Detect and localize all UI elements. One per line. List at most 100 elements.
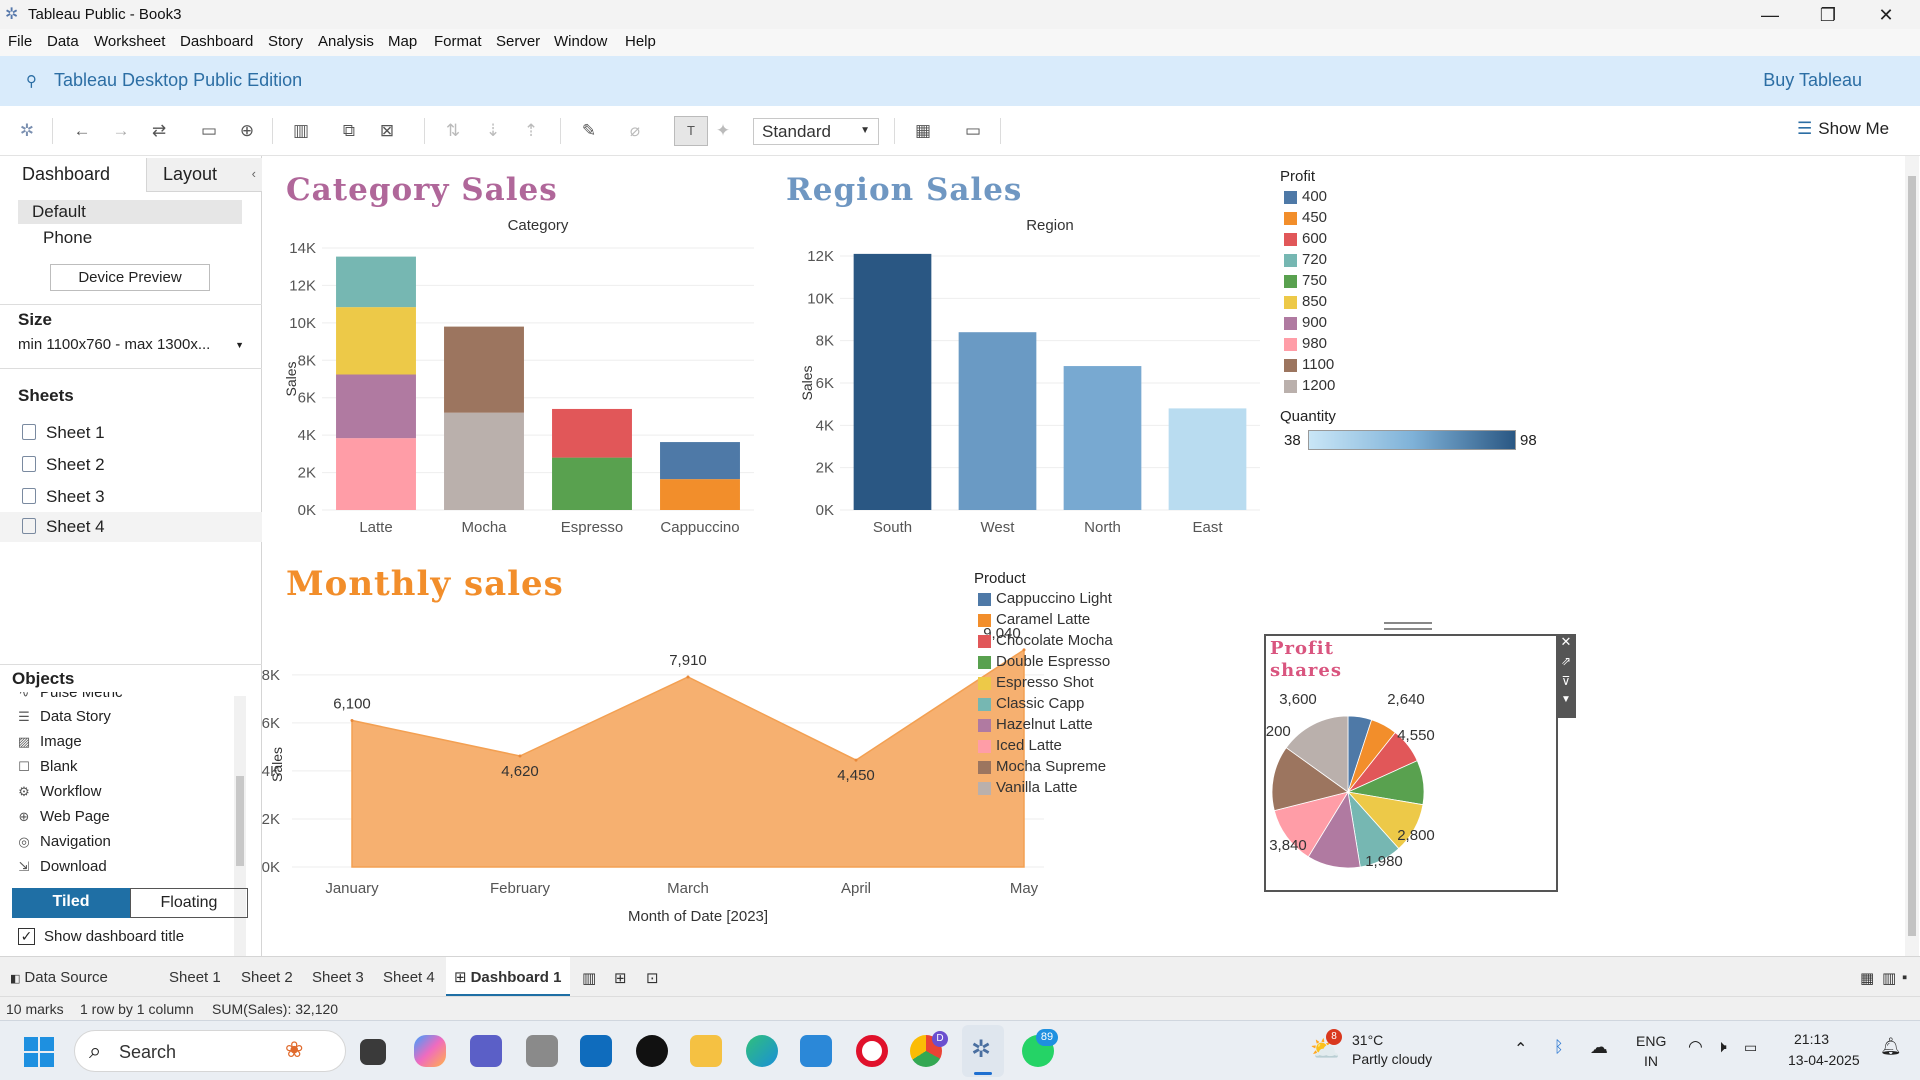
undo-icon[interactable]: ← — [71, 120, 93, 142]
group-icon[interactable]: ⌀ — [624, 120, 646, 142]
profit-legend-item[interactable]: 400 — [1280, 187, 1500, 208]
menu-server[interactable]: Server — [496, 33, 540, 50]
profit-legend-item[interactable]: 720 — [1280, 250, 1500, 271]
swap-icon[interactable]: ⇅ — [442, 120, 464, 142]
sheet-sorter-icon[interactable]: ▦ — [1860, 969, 1874, 987]
onedrive-icon[interactable]: ☁ — [1590, 1037, 1608, 1058]
windows-start-icon[interactable] — [24, 1037, 54, 1067]
menu-window[interactable]: Window — [554, 33, 607, 50]
outlook-icon[interactable] — [580, 1035, 612, 1067]
teams-icon[interactable] — [470, 1035, 502, 1067]
menu-format[interactable]: Format — [434, 33, 482, 50]
show-labels-icon[interactable]: T — [674, 116, 708, 146]
profit-legend-item[interactable]: 1200 — [1280, 376, 1500, 397]
redo-icon[interactable]: → — [110, 120, 132, 142]
device-phone[interactable]: Phone — [43, 228, 92, 248]
size-select[interactable]: min 1100x760 - max 1300x... ▼ — [18, 336, 244, 353]
notification-bell-icon[interactable]: 🔔︎ — [1880, 1037, 1902, 1057]
edge-icon[interactable] — [746, 1035, 778, 1067]
highlight-icon[interactable]: ✎ — [578, 120, 600, 142]
tab-layout[interactable]: Layout ‹ — [146, 158, 262, 192]
new-worksheet-icon[interactable]: ▥ — [290, 120, 312, 142]
region-sales-chart[interactable]: Region 0K 2K 4K 6K 8K 10K 12K Sales South West Nort… — [782, 216, 1312, 556]
profit-legend-item[interactable]: 1100 — [1280, 355, 1500, 376]
language-line-1[interactable]: ENG — [1636, 1033, 1666, 1049]
menu-map[interactable]: Map — [388, 33, 417, 50]
menu-help[interactable]: Help — [625, 33, 656, 50]
store-icon[interactable] — [800, 1035, 832, 1067]
tiled-button[interactable]: Tiled — [12, 888, 130, 918]
replay-icon[interactable]: ⇄ — [148, 120, 170, 142]
cards-icon[interactable]: ▦ — [912, 120, 934, 142]
object-web-page[interactable]: ⊕ Web Page — [16, 808, 110, 825]
language-line-2[interactable]: IN — [1644, 1053, 1658, 1069]
dell-icon[interactable] — [636, 1035, 668, 1067]
tab-sheet-2[interactable]: Sheet 2 — [241, 969, 293, 986]
profit-legend-item[interactable]: 750 — [1280, 271, 1500, 292]
sheet-item-4[interactable]: Sheet 4 — [0, 512, 262, 542]
product-legend-item[interactable]: Caramel Latte — [974, 610, 1154, 631]
profit-legend[interactable]: Profit 400 450 600 720 750 850 900 980 1100 1200 — [1280, 168, 1500, 397]
close-button[interactable]: ✕ — [1858, 2, 1914, 28]
object-download[interactable]: ⇲ Download — [16, 858, 107, 875]
remove-icon[interactable]: ✕ — [1556, 634, 1576, 654]
profit-shares-container[interactable]: Profit shares 2,640 4,550 2,800 1,980 3,840 5… — [1264, 634, 1558, 892]
buy-tableau-link[interactable]: Buy Tableau — [1763, 70, 1862, 91]
show-me-button[interactable]: ☰ Show Me — [1797, 119, 1889, 139]
drag-handle[interactable] — [1384, 622, 1432, 630]
menu-file[interactable]: File — [8, 33, 32, 50]
menu-analysis[interactable]: Analysis — [318, 33, 374, 50]
sheet-item-1[interactable]: Sheet 1 — [18, 418, 260, 448]
object-data-story[interactable]: ☰ Data Story — [16, 708, 111, 725]
object-blank[interactable]: ☐ Blank — [16, 758, 77, 775]
opera-icon[interactable] — [856, 1035, 888, 1067]
category-sales-chart[interactable]: Category 0K 2K 4K 6K 8K 10K 12K 14K Sales Latte Moc… — [262, 216, 782, 556]
tab-sheet-1[interactable]: Sheet 1 — [169, 969, 221, 986]
file-explorer-icon[interactable] — [690, 1035, 722, 1067]
clear-sheet-icon[interactable]: ⊠ — [376, 120, 398, 142]
show-title-checkbox[interactable]: ✓ — [18, 928, 35, 945]
wifi-icon[interactable]: ◠ — [1688, 1037, 1703, 1057]
tab-data-source[interactable]: ◧ Data Source — [10, 969, 108, 986]
taskbar-search[interactable]: ⌕ Search ❀ — [74, 1030, 346, 1072]
save-icon[interactable]: ▭ — [198, 120, 220, 142]
copilot-icon[interactable] — [414, 1035, 446, 1067]
volume-icon[interactable]: 🕨 — [1716, 1037, 1727, 1057]
tab-sheet-3[interactable]: Sheet 3 — [312, 969, 364, 986]
app-icon[interactable] — [526, 1035, 558, 1067]
tableau-taskbar-icon[interactable]: ✲ — [962, 1025, 1004, 1077]
profit-pie-chart[interactable]: 2,640 4,550 2,800 1,980 3,840 5,200 3,600 — [1266, 686, 1546, 886]
object-pulse-metric[interactable]: ∿ Pulse Metric — [16, 692, 123, 701]
task-view-icon[interactable] — [360, 1039, 386, 1065]
filter-icon[interactable]: ⊽ — [1556, 674, 1576, 694]
tab-dashboard-1[interactable]: ⊞ Dashboard 1 — [446, 957, 570, 997]
tabs-view-icon[interactable]: ▪ — [1902, 969, 1907, 986]
battery-icon[interactable]: ▭ — [1744, 1039, 1757, 1056]
tableau-home-icon[interactable]: ✲ — [16, 120, 38, 142]
menu-dashboard[interactable]: Dashboard — [180, 33, 253, 50]
clock-date[interactable]: 13-04-2025 — [1788, 1052, 1860, 1068]
menu-story[interactable]: Story — [268, 33, 303, 50]
menu-worksheet[interactable]: Worksheet — [94, 33, 165, 50]
restore-button[interactable]: ❐ — [1800, 2, 1856, 28]
bluetooth-icon[interactable]: ᛒ — [1554, 1039, 1564, 1057]
object-navigation[interactable]: ◎ Navigation — [16, 833, 111, 850]
device-default[interactable]: Default — [18, 200, 242, 224]
product-legend-item[interactable]: Hazelnut Latte — [974, 715, 1154, 736]
profit-legend-item[interactable]: 980 — [1280, 334, 1500, 355]
filmstrip-icon[interactable]: ▥ — [1882, 969, 1896, 987]
menu-data[interactable]: Data — [47, 33, 79, 50]
new-story-tab-icon[interactable]: ⊡ — [646, 969, 659, 987]
product-legend-item[interactable]: Vanilla Latte — [974, 778, 1154, 799]
go-to-sheet-icon[interactable]: ⇗ — [1556, 654, 1576, 674]
product-legend-item[interactable]: Cappuccino Light — [974, 589, 1154, 610]
more-options-icon[interactable]: ▼ — [1556, 694, 1576, 714]
product-legend-item[interactable]: Chocolate Mocha — [974, 631, 1154, 652]
new-dashboard-tab-icon[interactable]: ⊞ — [614, 969, 627, 987]
fit-select[interactable]: Standard ▼ — [753, 118, 879, 145]
product-legend-item[interactable]: Mocha Supreme — [974, 757, 1154, 778]
clock-time[interactable]: 21:13 — [1794, 1031, 1829, 1047]
tab-sheet-4[interactable]: Sheet 4 — [383, 969, 435, 986]
weather-widget[interactable]: ⛅ 8 31°C Partly cloudy — [1310, 1029, 1490, 1073]
scroll-thumb[interactable] — [1908, 176, 1916, 936]
